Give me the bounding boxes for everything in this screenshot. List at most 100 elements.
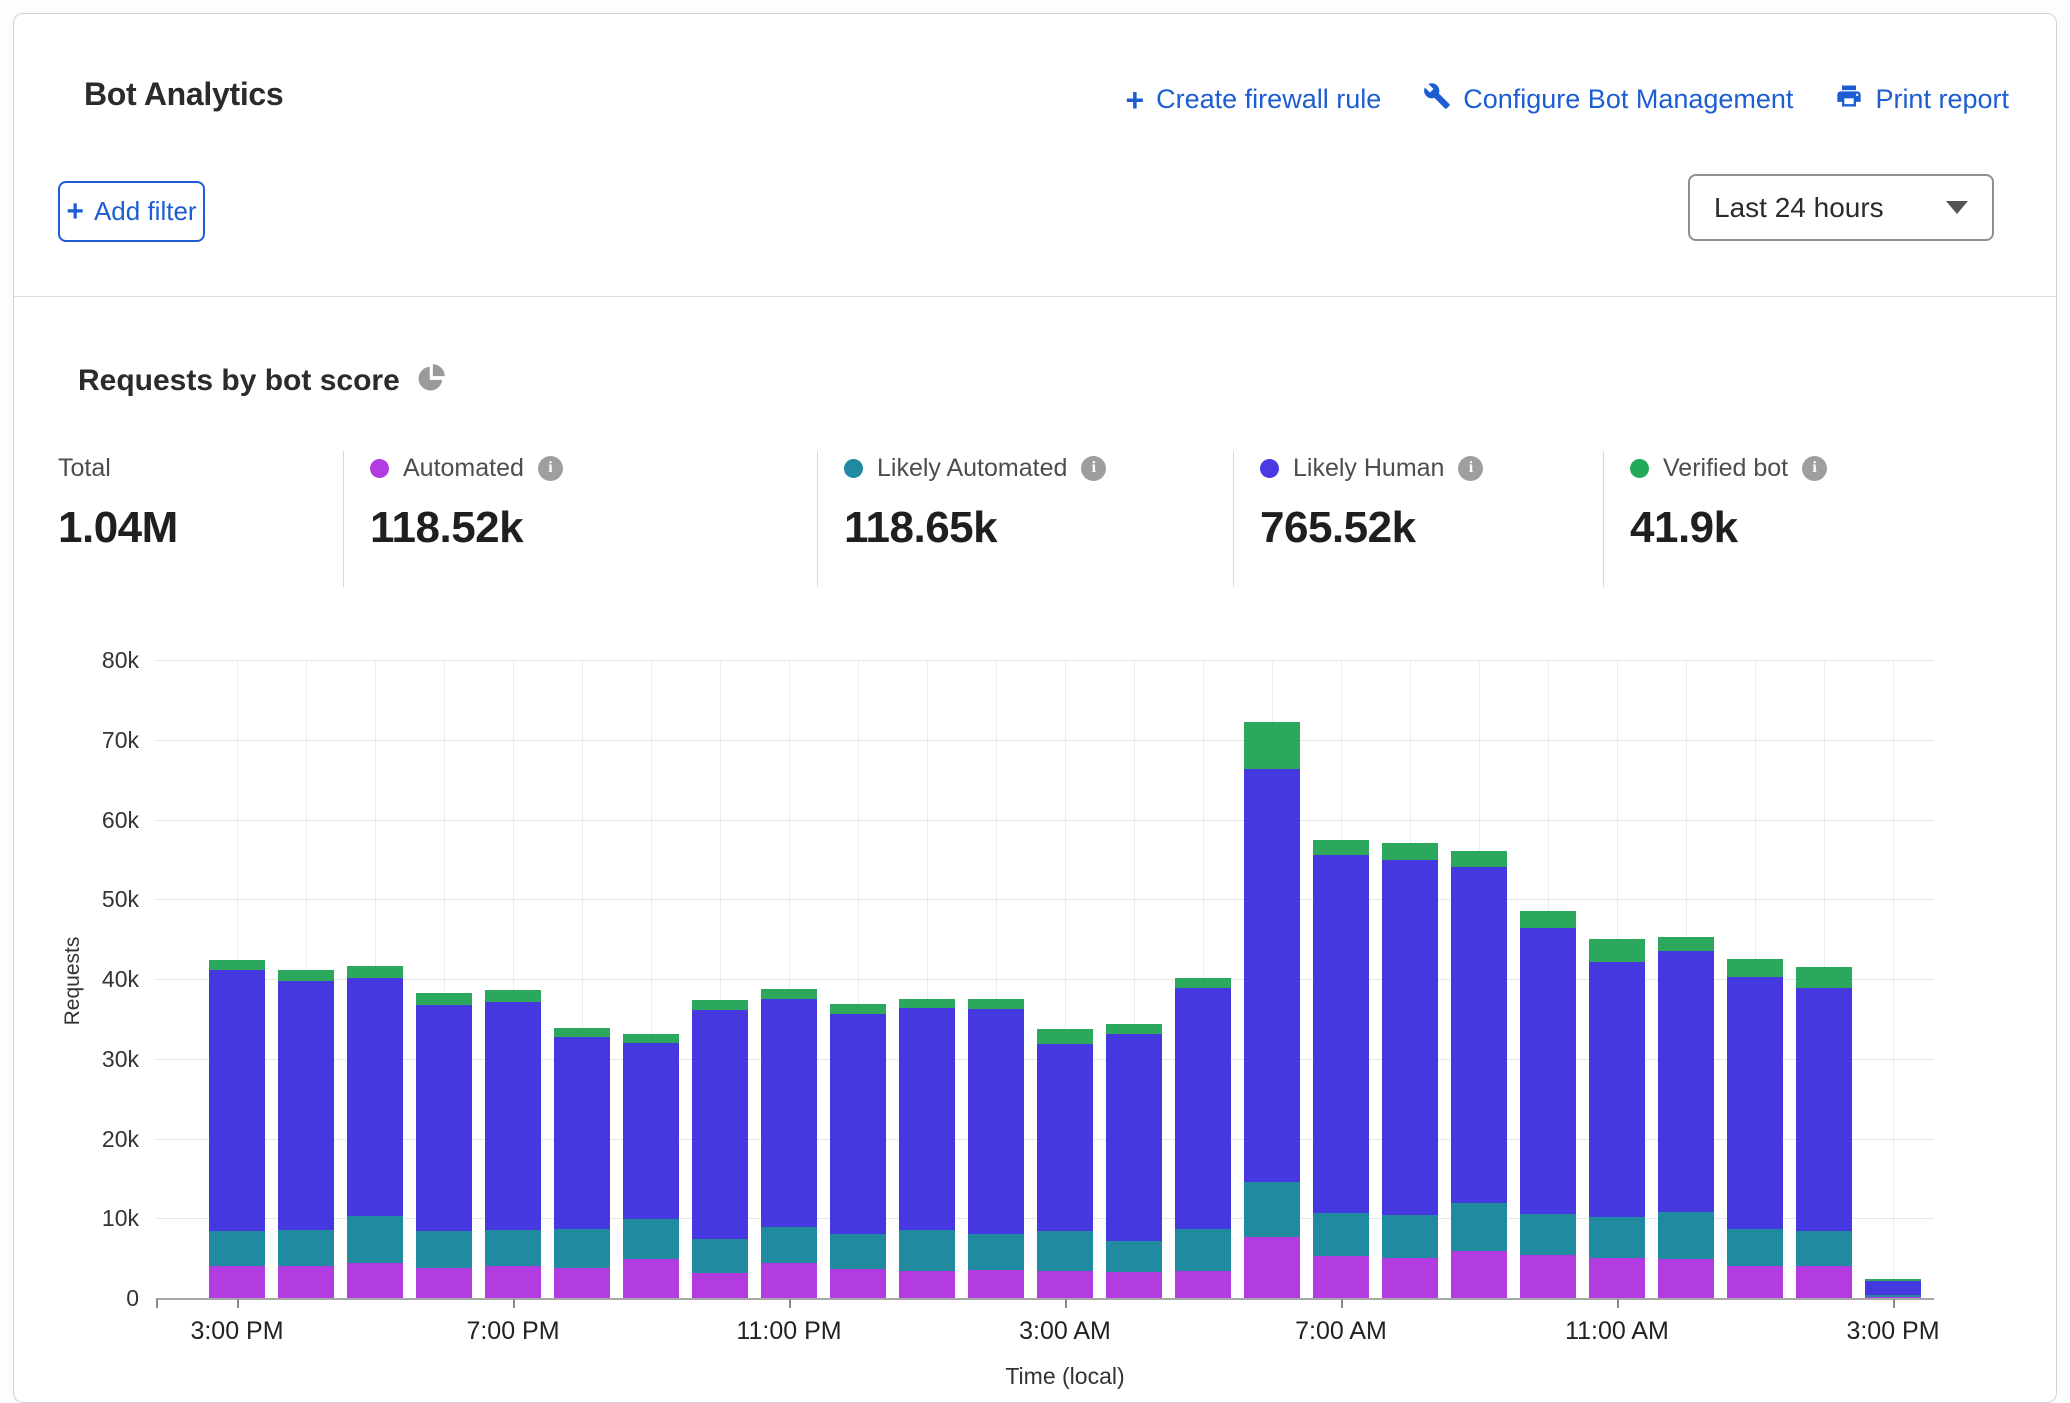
bar-segment-verified-bot bbox=[968, 999, 1024, 1009]
bar-segment-verified-bot bbox=[1589, 939, 1645, 961]
wrench-icon bbox=[1423, 82, 1451, 117]
bar-segment-likely-automated bbox=[278, 1230, 334, 1265]
bar-segment-likely-automated bbox=[1313, 1213, 1369, 1256]
bar-segment-likely-automated bbox=[1106, 1241, 1162, 1272]
bar-segment-verified-bot bbox=[899, 999, 955, 1008]
header-actions: + Create firewall rule Configure Bot Man… bbox=[1125, 82, 2009, 117]
bar-segment-verified-bot bbox=[1037, 1029, 1093, 1044]
bar-segment-automated bbox=[554, 1268, 610, 1299]
bar-segment-automated bbox=[1520, 1255, 1576, 1299]
bar-segment-automated bbox=[1037, 1271, 1093, 1299]
x-tick-label: 7:00 PM bbox=[466, 1317, 559, 1346]
bar-segment-verified-bot bbox=[1106, 1024, 1162, 1034]
stat-verified-bot-value: 41.9k bbox=[1630, 503, 2040, 553]
automated-dot-icon bbox=[370, 459, 389, 478]
bar-segment-automated bbox=[1175, 1271, 1231, 1299]
y-tick-label: 0 bbox=[51, 1285, 139, 1312]
bar-segment-likely-automated bbox=[968, 1234, 1024, 1270]
bar-segment-automated bbox=[830, 1269, 886, 1299]
info-icon[interactable]: i bbox=[1802, 456, 1827, 481]
bar-segment-likely-human bbox=[1037, 1044, 1093, 1231]
bar-segment-verified-bot bbox=[1727, 959, 1783, 977]
bar-segment-automated bbox=[623, 1259, 679, 1299]
create-firewall-rule-link[interactable]: + Create firewall rule bbox=[1125, 84, 1381, 116]
bar-segment-likely-human bbox=[1727, 977, 1783, 1229]
requests-by-bot-score-chart: Requests Time (local) 010k20k30k40k50k60… bbox=[156, 661, 1934, 1299]
bar-segment-automated bbox=[1796, 1266, 1852, 1299]
verified-bot-dot-icon bbox=[1630, 459, 1649, 478]
v-gridline bbox=[1893, 661, 1894, 1299]
stat-likely-automated-label: Likely Automated bbox=[877, 454, 1067, 483]
bar-segment-likely-human bbox=[1658, 951, 1714, 1212]
stat-likely-human-label: Likely Human bbox=[1293, 454, 1444, 483]
stat-total: Total 1.04M bbox=[58, 451, 343, 587]
bar-segment-likely-automated bbox=[899, 1230, 955, 1271]
y-tick-label: 70k bbox=[51, 727, 139, 754]
print-report-link[interactable]: Print report bbox=[1835, 82, 2009, 117]
bar-segment-automated bbox=[1244, 1237, 1300, 1299]
bot-analytics-card: Bot Analytics + Create firewall rule Con… bbox=[13, 13, 2057, 1403]
bar-segment-verified-bot bbox=[623, 1034, 679, 1043]
page-title: Bot Analytics bbox=[84, 76, 283, 113]
bar-segment-verified-bot bbox=[485, 990, 541, 1001]
print-report-label: Print report bbox=[1875, 84, 2009, 115]
bar-segment-verified-bot bbox=[209, 960, 265, 970]
stat-automated-label: Automated bbox=[403, 454, 524, 483]
bar-segment-likely-automated bbox=[1244, 1182, 1300, 1237]
bar-segment-automated bbox=[968, 1270, 1024, 1299]
h-gridline bbox=[156, 740, 1934, 741]
bar-segment-verified-bot bbox=[1520, 911, 1576, 929]
axis-tick bbox=[513, 1299, 515, 1308]
bar-segment-verified-bot bbox=[1244, 722, 1300, 768]
configure-bot-management-link[interactable]: Configure Bot Management bbox=[1423, 82, 1793, 117]
bar-segment-verified-bot bbox=[416, 993, 472, 1005]
bar-segment-likely-human bbox=[209, 970, 265, 1232]
bar-segment-likely-human bbox=[554, 1037, 610, 1229]
bar-segment-likely-automated bbox=[485, 1230, 541, 1266]
bar-segment-likely-human bbox=[278, 981, 334, 1231]
bar-segment-likely-human bbox=[1244, 769, 1300, 1182]
bar-segment-automated bbox=[278, 1266, 334, 1299]
info-icon[interactable]: i bbox=[538, 456, 563, 481]
plus-icon: + bbox=[1125, 84, 1144, 116]
bar-segment-automated bbox=[1382, 1258, 1438, 1299]
bar-segment-automated bbox=[485, 1266, 541, 1299]
bar-segment-verified-bot bbox=[1796, 967, 1852, 988]
stats-row: Total 1.04M Automated i 118.52k Likely A… bbox=[58, 451, 2040, 587]
h-gridline bbox=[156, 820, 1934, 821]
info-icon[interactable]: i bbox=[1458, 456, 1483, 481]
x-axis-title: Time (local) bbox=[1005, 1363, 1124, 1390]
bar-segment-automated bbox=[1106, 1272, 1162, 1299]
time-range-value: Last 24 hours bbox=[1714, 192, 1884, 224]
bar-segment-automated bbox=[347, 1263, 403, 1299]
bar-segment-likely-automated bbox=[761, 1227, 817, 1263]
stat-likely-automated-value: 118.65k bbox=[844, 503, 1233, 553]
add-filter-button[interactable]: + Add filter bbox=[58, 181, 205, 242]
bar-segment-automated bbox=[692, 1273, 748, 1299]
stat-total-value: 1.04M bbox=[58, 503, 343, 553]
info-icon[interactable]: i bbox=[1081, 456, 1106, 481]
time-range-select[interactable]: Last 24 hours bbox=[1688, 174, 1994, 241]
bar-segment-likely-human bbox=[1451, 867, 1507, 1203]
x-tick-label: 3:00 PM bbox=[190, 1317, 283, 1346]
bar-segment-likely-automated bbox=[209, 1231, 265, 1266]
bar-segment-likely-human bbox=[692, 1010, 748, 1239]
h-gridline bbox=[156, 660, 1934, 661]
y-tick-label: 40k bbox=[51, 966, 139, 993]
bar-segment-likely-automated bbox=[1382, 1215, 1438, 1257]
bar-segment-verified-bot bbox=[347, 966, 403, 978]
bar-segment-likely-human bbox=[485, 1002, 541, 1231]
bar-segment-likely-human bbox=[1106, 1034, 1162, 1241]
stat-verified-bot: Verified bot i 41.9k bbox=[1603, 451, 2040, 587]
chevron-down-icon bbox=[1946, 201, 1968, 214]
bar-segment-verified-bot bbox=[692, 1000, 748, 1010]
bar-segment-likely-human bbox=[830, 1014, 886, 1233]
bar-segment-likely-human bbox=[1796, 988, 1852, 1231]
bar-segment-likely-human bbox=[1175, 988, 1231, 1229]
bar-segment-likely-automated bbox=[1658, 1212, 1714, 1259]
bar-segment-likely-automated bbox=[830, 1234, 886, 1269]
bar-segment-verified-bot bbox=[1865, 1279, 1921, 1281]
bar-segment-verified-bot bbox=[1658, 937, 1714, 951]
bar-segment-likely-automated bbox=[1037, 1231, 1093, 1271]
stat-likely-human-value: 765.52k bbox=[1260, 503, 1603, 553]
